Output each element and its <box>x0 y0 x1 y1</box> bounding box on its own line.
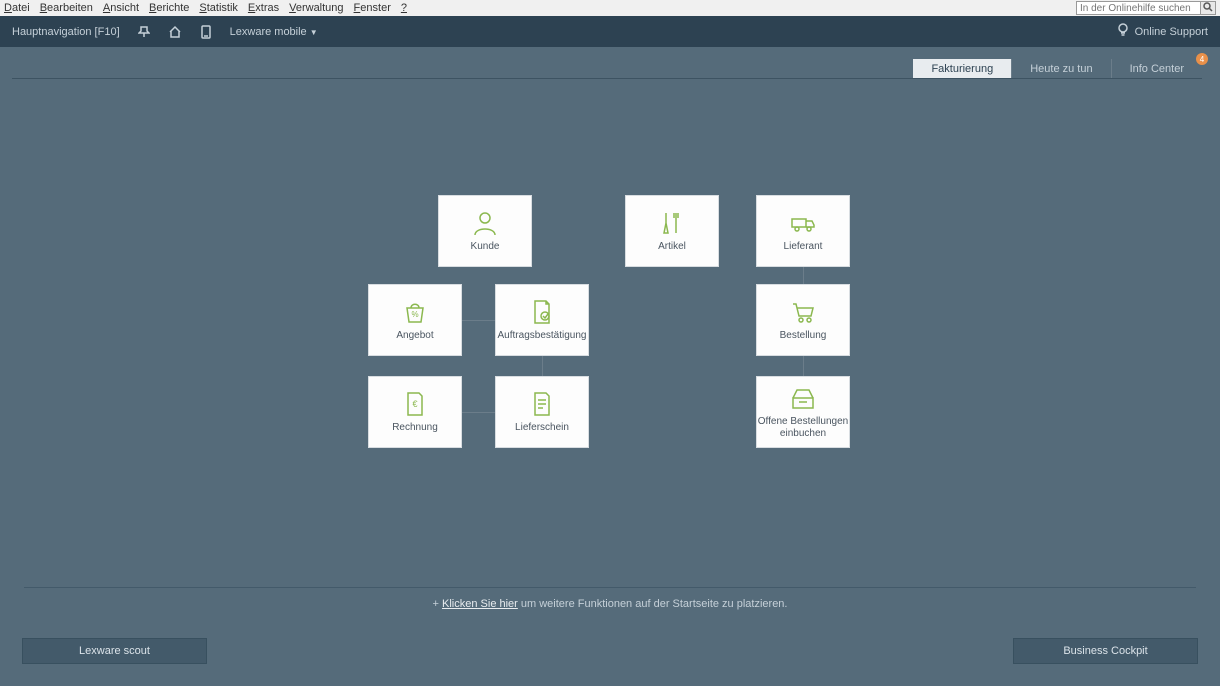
menu-bar: Datei Bearbeiten Ansicht Berichte Statis… <box>0 0 1220 16</box>
menu-extras[interactable]: Extras <box>248 2 279 14</box>
menu-datei[interactable]: Datei <box>4 2 30 14</box>
chevron-down-icon: ▼ <box>310 28 318 37</box>
toolbar: Hauptnavigation [F10] Lexware mobile▼ On… <box>0 16 1220 47</box>
tile-artikel-label: Artikel <box>658 241 686 253</box>
lexware-scout-button[interactable]: Lexware scout <box>22 638 207 664</box>
invoice-icon: € <box>401 390 429 418</box>
search-icon <box>1203 2 1213 15</box>
tile-offene-bestellungen[interactable]: Offene Bestellungen einbuchen <box>756 376 850 448</box>
menu-items: Datei Bearbeiten Ansicht Berichte Statis… <box>4 2 407 14</box>
tile-kunde-label: Kunde <box>471 241 500 253</box>
tools-icon <box>658 209 686 237</box>
tile-lieferant[interactable]: Lieferant <box>756 195 850 267</box>
online-support[interactable]: Online Support <box>1117 23 1208 40</box>
tab-strip: Fakturierung Heute zu tun Info Center 4 <box>0 47 1220 79</box>
hint-link[interactable]: Klicken Sie hier <box>442 598 518 610</box>
menu-berichte[interactable]: Berichte <box>149 2 189 14</box>
menu-ansicht[interactable]: Ansicht <box>103 2 139 14</box>
footer-buttons: Lexware scout Business Cockpit <box>22 638 1198 664</box>
search-wrap <box>1076 1 1216 15</box>
tile-bestellung[interactable]: Bestellung <box>756 284 850 356</box>
tab-heute-zu-tun[interactable]: Heute zu tun <box>1011 59 1110 79</box>
tile-artikel[interactable]: Artikel <box>625 195 719 267</box>
info-badge: 4 <box>1196 53 1208 65</box>
connector <box>803 267 804 284</box>
lightbulb-icon <box>1117 23 1129 40</box>
connector <box>462 320 495 321</box>
tile-rechnung-label: Rechnung <box>392 422 438 434</box>
menu-fenster[interactable]: Fenster <box>354 2 391 14</box>
tile-lieferant-label: Lieferant <box>784 241 823 253</box>
delivery-note-icon <box>528 390 556 418</box>
connector <box>542 356 543 376</box>
tile-kunde[interactable]: Kunde <box>438 195 532 267</box>
tile-bestellung-label: Bestellung <box>780 330 827 342</box>
tile-auftragsbestaetigung[interactable]: Auftragsbestätigung <box>495 284 589 356</box>
pin-icon[interactable] <box>138 26 150 38</box>
main-navigation[interactable]: Hauptnavigation [F10] <box>12 26 120 38</box>
tab-fakturierung[interactable]: Fakturierung <box>913 59 1011 79</box>
svg-text:%: % <box>411 310 418 319</box>
svg-text:€: € <box>412 399 417 409</box>
inbox-icon <box>789 384 817 412</box>
mobile-icon[interactable] <box>200 25 212 39</box>
truck-icon <box>789 209 817 237</box>
menu-verwaltung[interactable]: Verwaltung <box>289 2 343 14</box>
tile-rechnung[interactable]: € Rechnung <box>368 376 462 448</box>
bag-icon: % <box>401 298 429 326</box>
home-icon[interactable] <box>168 25 182 39</box>
menu-statistik[interactable]: Statistik <box>199 2 238 14</box>
plus-icon: + <box>433 598 439 610</box>
menu-help[interactable]: ? <box>401 2 407 14</box>
document-check-icon <box>528 298 556 326</box>
toolbar-left: Hauptnavigation [F10] Lexware mobile▼ <box>12 25 318 39</box>
connector <box>462 412 495 413</box>
tile-angebot-label: Angebot <box>396 330 433 342</box>
person-icon <box>471 209 499 237</box>
footer-separator <box>24 587 1196 588</box>
tile-lieferschein-label: Lieferschein <box>515 422 569 434</box>
lexware-mobile[interactable]: Lexware mobile▼ <box>230 26 318 38</box>
menu-bearbeiten[interactable]: Bearbeiten <box>40 2 93 14</box>
search-input[interactable] <box>1076 1 1201 15</box>
workflow-canvas: Kunde Artikel Lieferant % Angebot Auftra… <box>0 79 1220 609</box>
hint-text: + Klicken Sie hier um weitere Funktionen… <box>0 598 1220 610</box>
tile-lieferschein[interactable]: Lieferschein <box>495 376 589 448</box>
connector <box>803 356 804 376</box>
tile-angebot[interactable]: % Angebot <box>368 284 462 356</box>
business-cockpit-button[interactable]: Business Cockpit <box>1013 638 1198 664</box>
hint-suffix: um weitere Funktionen auf der Startseite… <box>518 598 788 610</box>
tab-info-center[interactable]: Info Center 4 <box>1111 59 1202 79</box>
tile-offene-bestellungen-label: Offene Bestellungen einbuchen <box>757 416 849 440</box>
online-support-label: Online Support <box>1135 26 1208 38</box>
tab-info-center-label: Info Center <box>1130 63 1184 75</box>
search-button[interactable] <box>1201 1 1216 15</box>
cart-icon <box>789 298 817 326</box>
tile-auftragsbestaetigung-label: Auftragsbestätigung <box>498 330 587 342</box>
